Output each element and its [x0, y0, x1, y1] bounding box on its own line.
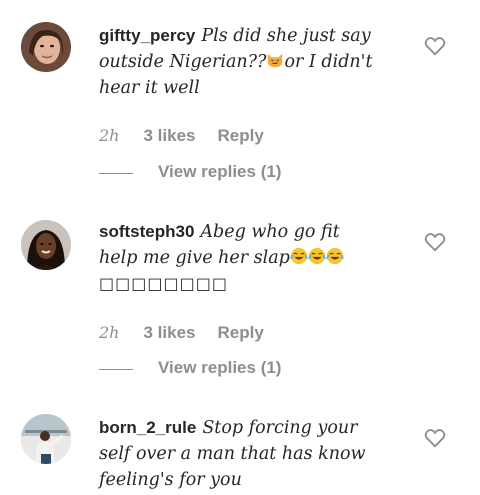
comment-text: giftty_percy Pls did she just say outside…: [99, 26, 373, 98]
heart-outline-icon[interactable]: [424, 232, 446, 252]
heart-outline-icon[interactable]: [424, 36, 446, 56]
comment-body: born_2_rule Stop forcing your self over a…: [99, 415, 414, 493]
tears-of-joy-icon: [289, 247, 308, 265]
comment-likes[interactable]: 3 likes: [143, 323, 195, 342]
tears-of-joy-icon: [307, 247, 326, 265]
comment-likes[interactable]: 3 likes: [143, 126, 195, 145]
comment-body: softsteph30 Abeg who go fit help me give …: [99, 219, 414, 377]
comment-text: born_2_rule Stop forcing your self over a…: [99, 418, 366, 490]
user-avatar[interactable]: [21, 22, 71, 72]
comment-timestamp: 2h: [99, 323, 120, 342]
tears-of-joy-icon: [325, 247, 344, 265]
user-avatar[interactable]: [21, 220, 71, 270]
comment-timestamp: 2h: [99, 126, 120, 145]
comment-meta: 2h 3 likes Reply: [99, 126, 286, 146]
heart-outline-icon[interactable]: [424, 428, 446, 448]
comment-username[interactable]: softsteph30: [99, 222, 194, 241]
comment-username[interactable]: giftty_percy: [99, 26, 195, 45]
user-avatar[interactable]: [21, 414, 71, 464]
view-replies-label[interactable]: View replies (1): [158, 162, 281, 182]
comment-username[interactable]: born_2_rule: [99, 418, 196, 437]
unrendered-glyphs: □□□□□□□□: [99, 274, 228, 293]
comment-text: softsteph30 Abeg who go fit help me give …: [99, 219, 414, 297]
comment-body: giftty_percy Pls did she just say outside…: [99, 23, 414, 181]
user-avatar-icon: [21, 414, 71, 464]
comment-meta: 2h 3 likes Reply: [99, 323, 286, 343]
replies-divider: [99, 173, 133, 174]
smiling-cat-face-icon: [268, 53, 283, 68]
reply-button[interactable]: Reply: [217, 323, 263, 342]
view-replies-label[interactable]: View replies (1): [158, 358, 281, 378]
user-avatar-icon: [21, 220, 71, 270]
user-avatar-icon: [21, 22, 71, 72]
replies-divider: [99, 369, 133, 370]
reply-button[interactable]: Reply: [217, 126, 263, 145]
